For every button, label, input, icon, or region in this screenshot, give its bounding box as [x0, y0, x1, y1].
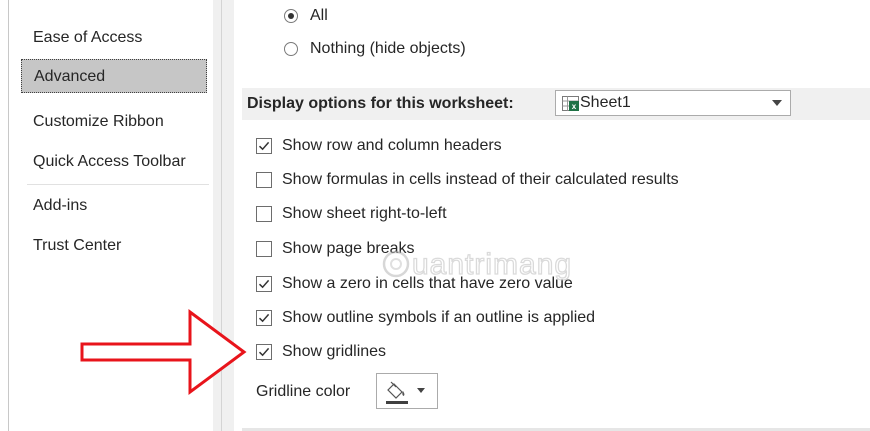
sidebar-item-advanced[interactable]: Advanced [21, 59, 207, 93]
sidebar-item-add-ins[interactable]: Add-ins [21, 189, 207, 223]
sidebar-item-ease-of-access[interactable]: Ease of Access [21, 21, 207, 55]
chevron-down-icon [772, 100, 782, 106]
sidebar-item-quick-access-toolbar[interactable]: Quick Access Toolbar [21, 145, 207, 179]
svg-text:x: x [572, 102, 577, 111]
excel-sheet-icon: x [562, 96, 579, 111]
checkbox-right-to-left-label[interactable]: Show sheet right-to-left [282, 205, 447, 223]
gridline-color-label: Gridline color [256, 383, 351, 400]
checkbox-show-gridlines[interactable] [256, 344, 272, 360]
worksheet-select-value: Sheet1 [580, 94, 631, 111]
checkbox-zero-value-label[interactable]: Show a zero in cells that have zero valu… [282, 275, 573, 293]
checkbox-outline-symbols[interactable] [256, 310, 272, 326]
checkbox-right-to-left[interactable] [256, 206, 272, 222]
checkbox-show-formulas-label[interactable]: Show formulas in cells instead of their … [282, 171, 679, 189]
worksheet-section-header: Display options for this worksheet: x Sh… [242, 88, 870, 120]
radio-nothing-label[interactable]: Nothing (hide objects) [310, 40, 466, 58]
section-title: Display options for this worksheet: [247, 95, 514, 112]
checkbox-page-breaks-label[interactable]: Show page breaks [282, 240, 415, 258]
radio-all-label[interactable]: All [310, 7, 328, 25]
paint-bucket-icon [386, 381, 425, 404]
checkbox-show-headers-label[interactable]: Show row and column headers [282, 137, 502, 155]
radio-all[interactable] [284, 9, 298, 23]
checkbox-show-formulas[interactable] [256, 172, 272, 188]
red-arrow-annotation [80, 309, 247, 395]
radio-nothing[interactable] [284, 42, 298, 56]
sidebar-item-trust-center[interactable]: Trust Center [21, 229, 207, 263]
sidebar-divider [27, 184, 209, 185]
gridline-color-picker[interactable] [376, 373, 438, 409]
checkbox-outline-symbols-label[interactable]: Show outline symbols if an outline is ap… [282, 309, 595, 327]
worksheet-select[interactable]: x Sheet1 [555, 90, 791, 116]
sidebar-item-customize-ribbon[interactable]: Customize Ribbon [21, 105, 207, 139]
window-left-edge [0, 0, 9, 431]
checkbox-show-gridlines-label[interactable]: Show gridlines [282, 343, 386, 361]
advanced-options-panel: All Nothing (hide objects) Display optio… [234, 0, 870, 431]
checkbox-show-headers[interactable] [256, 138, 272, 154]
checkbox-page-breaks[interactable] [256, 241, 272, 257]
checkbox-zero-value[interactable] [256, 276, 272, 292]
